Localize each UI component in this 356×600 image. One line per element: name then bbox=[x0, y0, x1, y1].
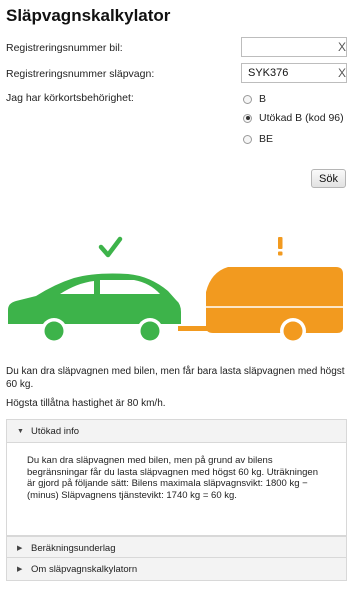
license-option-b96[interactable]: Utökad B (kod 96) bbox=[243, 112, 344, 124]
trailer-reg-field-wrap: X bbox=[0, 63, 356, 83]
calc-basis-header[interactable]: ▶ Beräkningsunderlag bbox=[7, 537, 346, 559]
license-option-b[interactable]: B bbox=[243, 93, 266, 105]
extended-info-body: Du kan dra släpvagnen med bilen, men på … bbox=[7, 442, 346, 535]
triangle-right-icon: ▶ bbox=[17, 566, 23, 573]
about-header[interactable]: ▶ Om släpvagnskalkylatorn bbox=[7, 558, 346, 580]
about-title: Om släpvagnskalkylatorn bbox=[31, 563, 138, 575]
car-reg-clear-icon[interactable]: X bbox=[338, 37, 346, 57]
car-reg-input[interactable] bbox=[241, 37, 347, 57]
car-silhouette bbox=[8, 273, 181, 344]
result-message: Du kan dra släpvagnen med bilen, men får… bbox=[6, 366, 345, 390]
license-option-be[interactable]: BE bbox=[243, 133, 273, 145]
triangle-down-icon: ▼ bbox=[17, 427, 24, 435]
triangle-right-icon: ▶ bbox=[17, 545, 23, 552]
extended-info-title: Utökad info bbox=[31, 425, 80, 437]
trailer-reg-clear-icon[interactable]: X bbox=[338, 63, 346, 83]
radio-b96[interactable] bbox=[243, 113, 252, 123]
trailer-silhouette bbox=[178, 267, 343, 344]
accordion-extended-info: ▼ Utökad info Du kan dra släpvagnen med … bbox=[6, 419, 347, 536]
accordion-about: ▶ Om släpvagnskalkylatorn bbox=[6, 557, 347, 581]
license-option-b-label: B bbox=[259, 93, 267, 105]
radio-be[interactable] bbox=[243, 134, 252, 144]
calc-basis-title: Beräkningsunderlag bbox=[31, 542, 116, 554]
trailer-reg-input[interactable] bbox=[241, 63, 347, 83]
car-reg-field-wrap: X bbox=[0, 37, 356, 57]
license-label: Jag har körkortsbehörighet: bbox=[6, 92, 134, 104]
car-trailer-illustration bbox=[8, 236, 343, 344]
radio-b[interactable] bbox=[243, 94, 252, 104]
extended-info-header[interactable]: ▼ Utökad info bbox=[7, 420, 346, 442]
search-button[interactable]: Sök bbox=[311, 169, 346, 188]
license-option-b96-label: Utökad B (kod 96) bbox=[259, 112, 344, 124]
speed-limit-text: Högsta tillåtna hastighet är 80 km/h. bbox=[6, 398, 166, 409]
check-icon bbox=[98, 236, 123, 258]
page-title: Släpvagnskalkylator bbox=[6, 6, 171, 25]
license-option-be-label: BE bbox=[259, 133, 274, 145]
exclamation-icon bbox=[278, 237, 283, 256]
